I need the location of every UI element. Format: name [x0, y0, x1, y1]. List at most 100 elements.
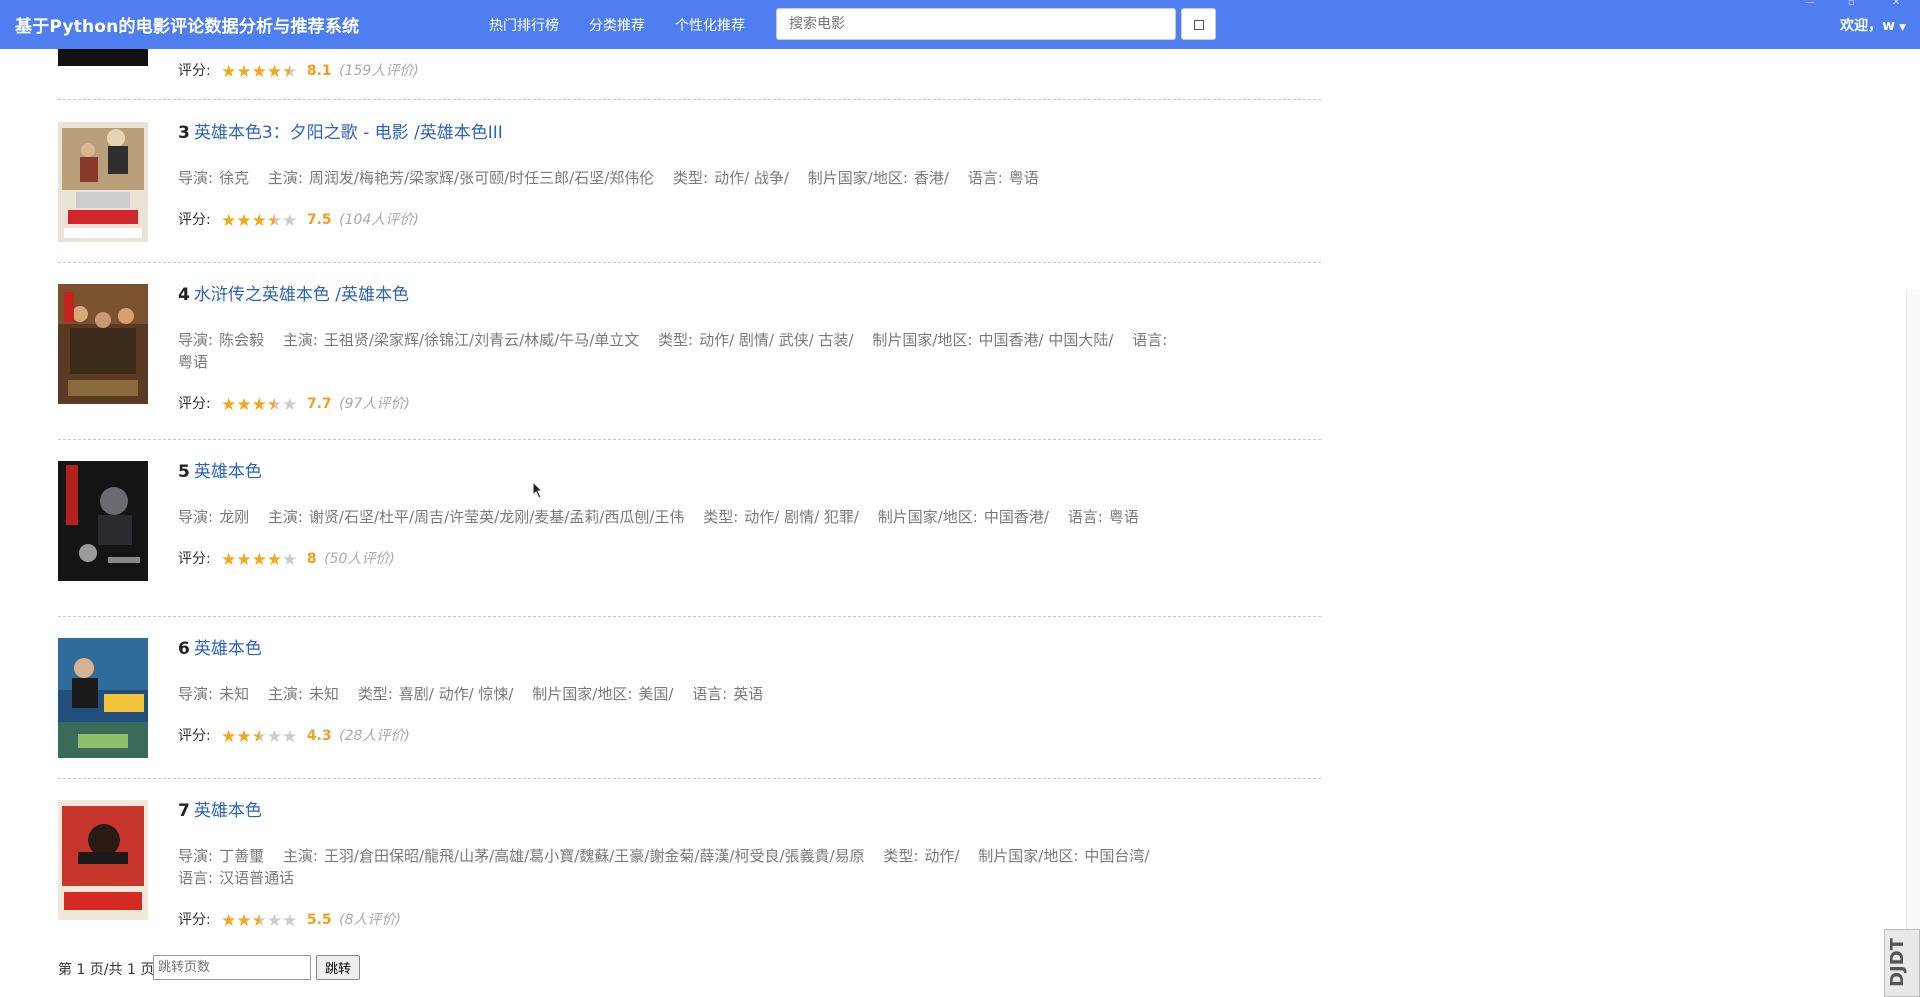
jump-page-input[interactable]	[153, 955, 311, 980]
movie-title-link[interactable]: 英雄本色	[194, 462, 262, 482]
country-label: 制片国家/地区:	[978, 847, 1079, 865]
genre-value: 动作/	[924, 847, 960, 865]
rating-score: 8.1	[306, 63, 332, 79]
window-close-icon[interactable]: ✕	[1892, 0, 1900, 8]
star-full-icon: ★	[236, 911, 252, 931]
movie-item: 3 英雄本色3：夕阳之歌 - 电影 /英雄本色III 导演: 徐克 主演: 周润发/梅…	[178, 122, 1178, 232]
movie-title-line: 7 英雄本色	[178, 800, 1178, 822]
movie-poster[interactable]	[58, 461, 148, 581]
movie-poster-cropped[interactable]	[58, 49, 148, 66]
language-label: 语言:	[967, 169, 1003, 187]
actors-value: 未知	[308, 685, 339, 703]
nav-hot-ranking[interactable]: 热门排行榜	[489, 15, 559, 35]
rating-count: (104人评价)	[339, 212, 419, 228]
director-label: 导演:	[178, 508, 214, 526]
debug-toolbar-handle[interactable]: DJDT	[1884, 929, 1920, 997]
movie-poster[interactable]	[58, 800, 148, 920]
rating-label: 评分:	[178, 212, 211, 228]
star-full-icon: ★	[251, 550, 267, 570]
rating-score: 8	[306, 551, 317, 567]
movie-rank: 7	[178, 801, 190, 821]
country-value: 香港/	[913, 169, 949, 187]
star-empty-icon: ★	[266, 911, 283, 931]
language-label: 语言:	[1067, 508, 1103, 526]
welcome-text: 欢迎，w	[1840, 18, 1896, 34]
director-label: 导演:	[178, 847, 214, 865]
chevron-down-icon: ▼	[1899, 23, 1906, 33]
star-full-icon: ★	[236, 211, 252, 231]
genre-value: 动作/ 战争/	[714, 169, 789, 187]
page-indicator: 第 1 页/共 1 页	[58, 962, 155, 978]
director-label: 导演:	[178, 169, 214, 187]
language-value: 英语	[733, 685, 764, 703]
star-full-icon: ★	[236, 62, 252, 82]
jump-button[interactable]: 跳转	[316, 955, 360, 980]
director-value: 龙刚	[219, 508, 250, 526]
list-divider	[58, 262, 1321, 263]
window-restore-icon[interactable]: ▫	[1848, 0, 1855, 8]
rating-label: 评分:	[178, 551, 211, 567]
site-brand[interactable]: 基于Python的电影评论数据分析与推荐系统	[15, 12, 359, 37]
movie-poster[interactable]	[58, 122, 148, 242]
country-value: 中国台湾/	[1084, 847, 1150, 865]
user-menu[interactable]: 欢迎，w ▼	[1840, 15, 1906, 35]
list-divider	[58, 616, 1321, 617]
star-full-icon: ★	[221, 727, 237, 747]
director-label: 导演:	[178, 331, 214, 349]
movie-meta: 导演: 徐克 主演: 周润发/梅艳芳/梁家辉/张可颐/时任三郎/石坚/郑伟伦 类型:…	[178, 167, 1178, 189]
rating-line: 评分: ★★★★★ 8 (50人评价)	[178, 549, 1178, 571]
search-input[interactable]	[776, 8, 1176, 40]
movie-title-link[interactable]: 英雄本色	[194, 639, 262, 659]
director-label: 导演:	[178, 685, 214, 703]
actors-value: 谢贤/石坚/杜平/周吉/许莹英/龙刚/麦基/孟莉/西瓜刨/王伟	[308, 508, 685, 526]
list-divider	[58, 99, 1321, 100]
star-full-icon: ★	[221, 911, 237, 931]
star-half-icon: ★	[266, 211, 283, 231]
nav-category-recommend[interactable]: 分类推荐	[589, 15, 645, 35]
director-value: 徐克	[219, 169, 250, 187]
star-full-icon: ★	[221, 62, 237, 82]
movie-title-link[interactable]: 英雄本色	[194, 801, 262, 821]
language-label: 语言:	[1132, 331, 1168, 349]
nav-personal-recommend[interactable]: 个性化推荐	[675, 15, 745, 35]
scrollbar[interactable]	[1906, 290, 1920, 997]
rating-label: 评分:	[178, 396, 211, 412]
movie-poster[interactable]	[58, 284, 148, 404]
star-full-icon: ★	[221, 395, 237, 415]
movie-title-line: 3 英雄本色3：夕阳之歌 - 电影 /英雄本色III	[178, 122, 1178, 144]
genre-label: 类型:	[673, 169, 709, 187]
movie-title-link[interactable]: 英雄本色3：夕阳之歌 - 电影 /英雄本色III	[194, 123, 503, 143]
country-value: 中国香港/	[983, 508, 1049, 526]
mouse-cursor-icon	[532, 481, 544, 499]
star-full-icon: ★	[251, 211, 267, 231]
rating-line: 评分: ★★★★★ 8.1 (159人评价)	[178, 61, 1178, 83]
genre-label: 类型:	[658, 331, 694, 349]
rating-line: 评分: ★★★★★ 5.5 (8人评价)	[178, 910, 1178, 932]
movie-rank: 6	[178, 639, 190, 659]
movie-rank: 3	[178, 123, 190, 143]
director-value: 丁善璽	[219, 847, 265, 865]
genre-label: 类型:	[357, 685, 393, 703]
rating-stars: ★★★★★	[221, 395, 297, 416]
star-full-icon: ★	[236, 727, 252, 747]
poster-7-icon	[58, 800, 148, 920]
star-full-icon: ★	[236, 550, 252, 570]
movie-poster[interactable]	[58, 638, 148, 758]
actors-value: 王羽/倉田保昭/龍飛/山茅/高雄/葛小寶/魏蘇/王豪/謝金菊/薛漢/柯受良/張義…	[323, 847, 865, 865]
star-full-icon: ★	[251, 395, 267, 415]
rating-count: (50人评价)	[324, 551, 395, 567]
movie-title-link[interactable]: 水浒传之英雄本色 /英雄本色	[194, 285, 409, 305]
movie-item: 5 英雄本色 导演: 龙刚 主演: 谢贤/石坚/杜平/周吉/许莹英/龙刚/麦基/孟莉/…	[178, 461, 1178, 571]
star-full-icon: ★	[266, 550, 283, 570]
star-half-icon: ★	[251, 727, 267, 747]
rating-stars: ★★★★★	[221, 62, 297, 83]
country-label: 制片国家/地区:	[807, 169, 908, 187]
actors-label: 主演:	[282, 847, 318, 865]
search-button[interactable]	[1181, 8, 1216, 40]
star-empty-icon: ★	[282, 911, 298, 931]
rating-stars: ★★★★★	[221, 911, 297, 932]
movie-rank: 4	[178, 285, 190, 305]
genre-value: 动作/ 剧情/ 武侠/ 古装/	[699, 331, 854, 349]
list-divider	[58, 439, 1321, 440]
window-minimize-icon[interactable]: —	[1805, 0, 1815, 8]
